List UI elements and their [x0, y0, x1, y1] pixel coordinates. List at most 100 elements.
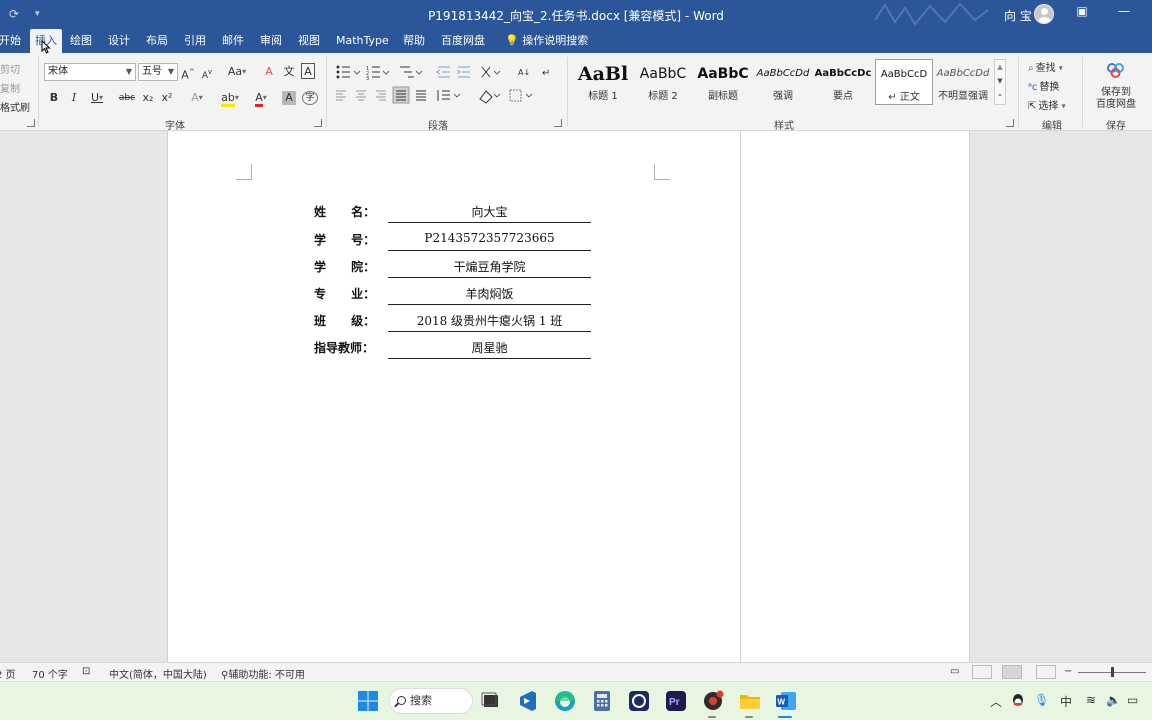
calculator-icon[interactable]: [590, 689, 614, 713]
word-count[interactable]: 70 个字: [32, 666, 68, 681]
shading-icon[interactable]: [479, 90, 501, 104]
tab-baidu-netdisk[interactable]: 百度网盘: [436, 29, 490, 53]
style-subtitle[interactable]: AaBbC 副标题: [694, 59, 752, 105]
proofing-icon[interactable]: ⊡: [82, 666, 90, 677]
read-mode-icon[interactable]: [972, 665, 992, 679]
vscode-icon[interactable]: [516, 689, 540, 713]
focus-icon[interactable]: ▭: [950, 666, 959, 677]
ime-indicator[interactable]: 中: [1060, 693, 1072, 710]
microphone-icon[interactable]: 🎙: [1034, 693, 1049, 707]
minimize-icon[interactable]: —: [1112, 4, 1136, 24]
numbering-icon[interactable]: 123: [366, 66, 390, 82]
browser-icon[interactable]: [701, 689, 725, 713]
increase-indent-icon[interactable]: [456, 66, 470, 78]
shrink-font-button[interactable]: Av: [200, 63, 214, 81]
font-launcher-icon[interactable]: [314, 119, 322, 127]
print-layout-icon[interactable]: [1002, 665, 1022, 679]
field-value[interactable]: 周星驰: [388, 339, 591, 356]
change-case-button[interactable]: Aa▾: [224, 63, 250, 81]
font-size-box[interactable]: 五号 ▼: [138, 63, 178, 81]
find-button[interactable]: ⌕ 查找 ▾: [1028, 59, 1063, 74]
battery-icon[interactable]: ▭: [1127, 693, 1138, 707]
borders-icon[interactable]: [509, 89, 533, 102]
field-value[interactable]: P2143572357723665: [388, 231, 591, 245]
enclose-characters-button[interactable]: 字: [302, 91, 318, 105]
word-icon[interactable]: W: [774, 689, 798, 713]
zoom-slider-thumb[interactable]: [1111, 667, 1114, 677]
folder-icon[interactable]: [738, 689, 762, 713]
task-view-icon[interactable]: [479, 689, 503, 713]
multilevel-list-icon[interactable]: [400, 66, 423, 78]
distributed-icon[interactable]: [416, 90, 426, 101]
zoom-out-icon[interactable]: −: [1064, 666, 1072, 677]
replace-button[interactable]: ᵃc 替换: [1028, 78, 1059, 93]
style-normal[interactable]: AaBbCcD ↵ 正文: [875, 59, 933, 105]
language-status[interactable]: 中文(简体，中国大陆): [109, 666, 207, 681]
show-marks-icon[interactable]: ↵: [542, 68, 550, 79]
select-button[interactable]: ⇱ 选择 ▾: [1028, 97, 1066, 112]
clipboard-launcher-icon[interactable]: [27, 119, 35, 127]
capture-icon[interactable]: [627, 689, 651, 713]
style-gallery-scroll[interactable]: ▲ ▼ ⩡: [994, 59, 1006, 105]
volume-icon[interactable]: 🔈: [1106, 693, 1121, 707]
tab-view[interactable]: 视图: [293, 29, 325, 53]
cut-button[interactable]: 剪切: [0, 61, 20, 76]
ribbon-display-icon[interactable]: ▣: [1070, 4, 1094, 24]
align-center-icon[interactable]: [356, 90, 366, 101]
underline-button[interactable]: U▾: [86, 89, 108, 107]
more-styles-icon[interactable]: ⩡: [995, 88, 1005, 102]
wifi-icon[interactable]: ≋: [1086, 693, 1096, 707]
taskbar-search[interactable]: 搜索: [389, 688, 473, 714]
chevron-down-icon[interactable]: ▼: [995, 74, 1005, 88]
subscript-button[interactable]: x₂: [140, 89, 156, 107]
style-subtle-emphasis[interactable]: AaBbCcDd 不明显强调: [934, 59, 992, 105]
qq-icon[interactable]: [1011, 693, 1025, 709]
style-strong[interactable]: AaBbCcDc 要点: [814, 59, 872, 105]
avatar-icon[interactable]: [1034, 4, 1054, 24]
italic-button[interactable]: I: [67, 89, 81, 107]
strikethrough-button[interactable]: abc: [118, 89, 136, 107]
character-shading-button[interactable]: A: [282, 91, 296, 105]
line-spacing-icon[interactable]: [437, 90, 461, 101]
justify-icon[interactable]: [392, 86, 410, 104]
tab-help[interactable]: 帮助: [398, 29, 430, 53]
page-count[interactable]: 2 页: [0, 666, 16, 681]
tab-draw[interactable]: 绘图: [65, 29, 97, 53]
sort-icon[interactable]: A↓: [518, 68, 530, 77]
bullets-icon[interactable]: [336, 65, 361, 79]
styles-launcher-icon[interactable]: [1006, 119, 1014, 127]
bold-button[interactable]: B: [47, 89, 61, 107]
paragraph-launcher-icon[interactable]: [554, 119, 562, 127]
tab-design[interactable]: 设计: [103, 29, 135, 53]
field-value[interactable]: 干煸豆角学院: [388, 258, 591, 275]
font-name-box[interactable]: 宋体 ▼: [44, 63, 136, 81]
text-effects-button[interactable]: A▾: [184, 89, 210, 107]
font-color-button[interactable]: A▾: [249, 89, 273, 107]
grow-font-button[interactable]: A^: [181, 63, 195, 82]
field-value[interactable]: 羊肉焖饭: [388, 285, 591, 302]
premiere-icon[interactable]: Pr: [664, 689, 688, 713]
tab-layout[interactable]: 布局: [141, 29, 173, 53]
baidu-cloud-icon[interactable]: [1106, 62, 1126, 78]
tab-home[interactable]: 开始: [0, 29, 21, 53]
tab-references[interactable]: 引用: [179, 29, 211, 53]
style-heading-1[interactable]: AaBl 标题 1: [574, 59, 632, 105]
tell-me-search[interactable]: 💡 操作说明搜索: [500, 29, 593, 53]
align-left-icon[interactable]: [336, 90, 346, 101]
align-right-icon[interactable]: [376, 90, 386, 101]
highlight-button[interactable]: ab▾: [216, 89, 244, 107]
field-value[interactable]: 2018 级贵州牛瘪火锅 1 班: [388, 312, 591, 329]
decrease-indent-icon[interactable]: [436, 66, 450, 78]
tab-review[interactable]: 审阅: [255, 29, 287, 53]
style-heading-2[interactable]: AaBbC 标题 2: [634, 59, 692, 105]
superscript-button[interactable]: x²: [159, 89, 175, 107]
tab-mailings[interactable]: 邮件: [217, 29, 249, 53]
chevron-up-icon[interactable]: ︿: [990, 693, 1002, 710]
tab-mathtype[interactable]: MathType: [331, 29, 394, 53]
clear-format-button[interactable]: A: [262, 63, 276, 81]
copy-button[interactable]: 复制: [0, 80, 20, 95]
phonetic-guide-button[interactable]: 文: [282, 63, 296, 81]
page-next[interactable]: [741, 131, 970, 662]
format-painter-button[interactable]: 格式刷: [0, 99, 30, 114]
page[interactable]: 姓 名： 向大宝 学 号： P2143572357723665 学 院： 干煸豆…: [167, 131, 741, 662]
